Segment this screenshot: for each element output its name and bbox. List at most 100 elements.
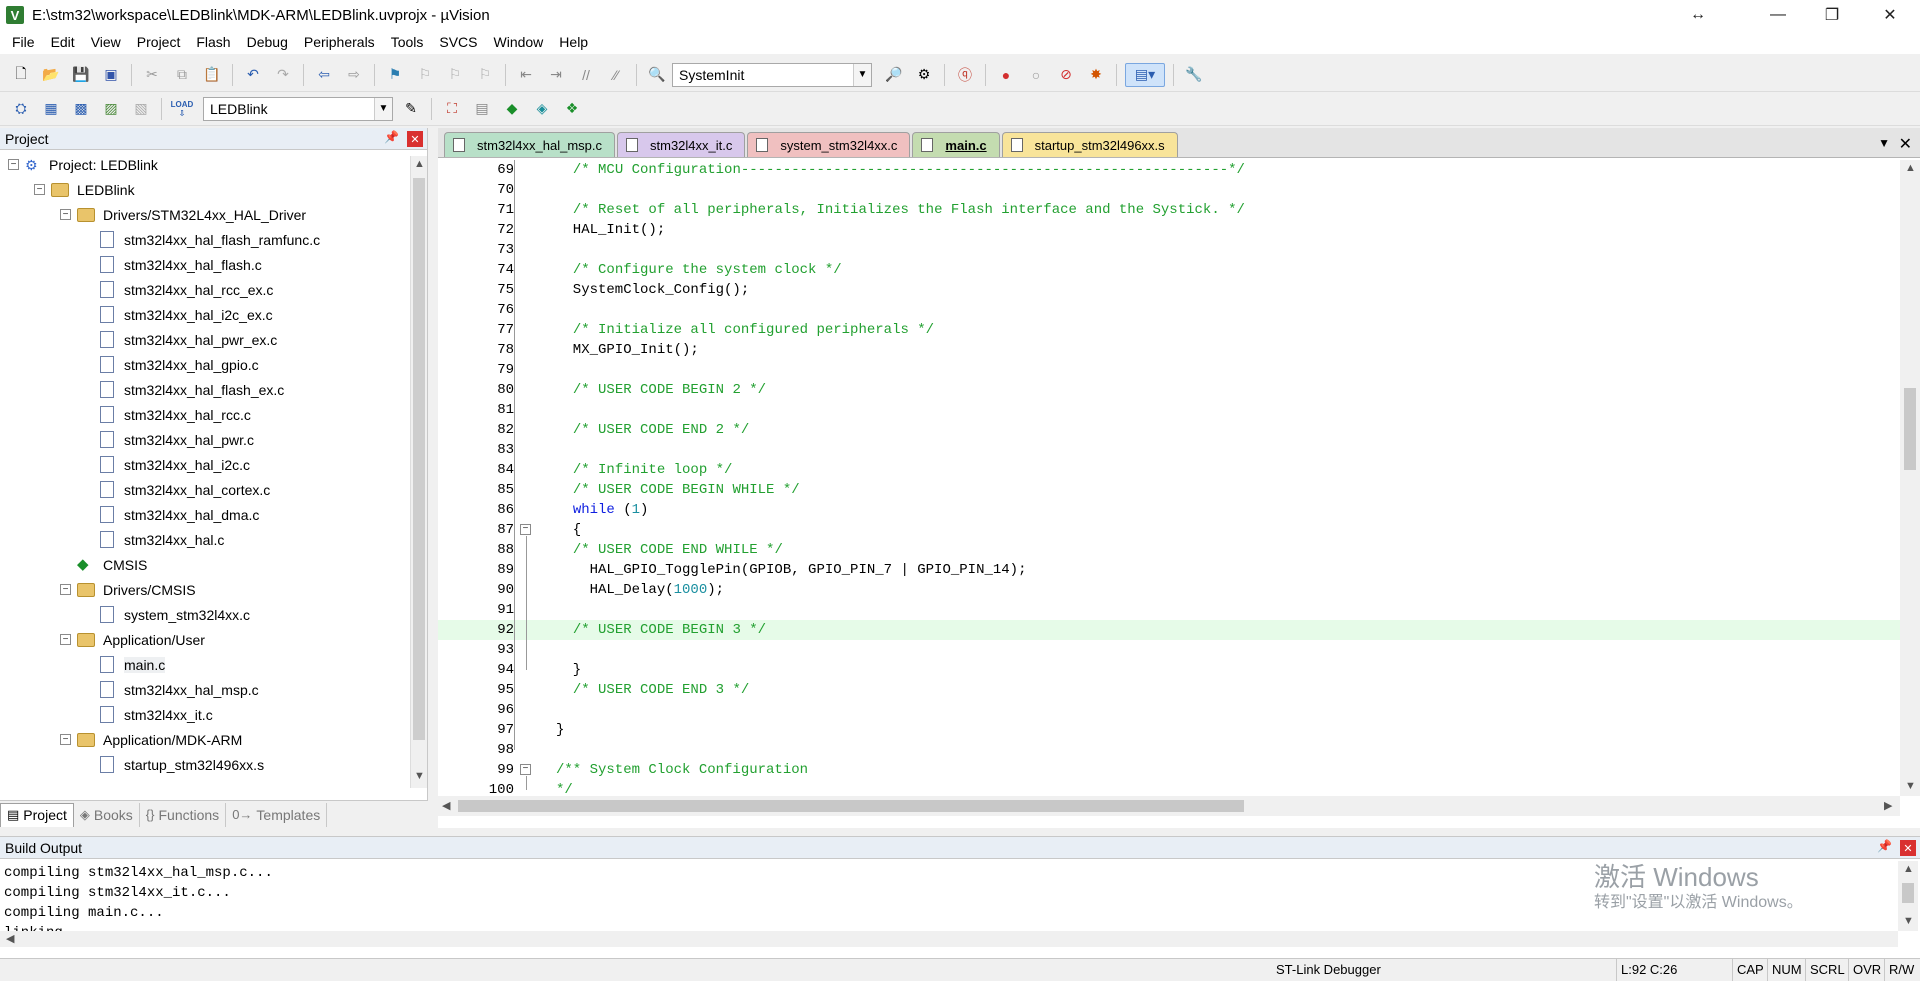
manage-rte-icon[interactable]: ◆ [500, 97, 524, 121]
menu-view[interactable]: View [83, 30, 129, 54]
scroll-up-icon[interactable]: ▲ [414, 158, 425, 170]
close-panel-button[interactable]: ✕ [407, 131, 423, 147]
close-window-button[interactable]: ✕ [1860, 0, 1920, 30]
scroll-right-icon[interactable]: ▶ [1884, 799, 1892, 812]
build-scroll-thumb[interactable] [1902, 883, 1914, 903]
code-line[interactable]: 79 [438, 360, 1900, 380]
pack-installer-icon[interactable]: ❖ [560, 97, 584, 121]
tree-file-item[interactable]: stm32l4xx_hal_pwr_ex.c [100, 327, 277, 352]
paste-icon[interactable]: 📋 [200, 63, 224, 87]
tree-file-item[interactable]: main.c [100, 652, 166, 677]
editor-tab[interactable]: system_stm32l4xx.c [747, 132, 911, 157]
redo-icon[interactable]: ↷ [271, 63, 295, 87]
panel-tab-templates[interactable]: 0→ Templates [226, 802, 328, 827]
disable-all-breakpoints-icon[interactable]: ⊘ [1054, 63, 1078, 87]
prev-bookmark-icon[interactable]: ⚐ [413, 63, 437, 87]
panel-tab-books[interactable]: ◈ Books [74, 802, 140, 827]
panel-tab-functions[interactable]: {} Functions [140, 802, 227, 827]
collapse-toggle-icon[interactable]: − [8, 159, 19, 170]
tree-scroll-thumb[interactable] [413, 178, 425, 740]
wrench-icon[interactable]: 🔧 [1182, 63, 1206, 87]
tree-file-item[interactable]: stm32l4xx_hal_dma.c [100, 502, 259, 527]
cut-icon[interactable]: ✂ [140, 63, 164, 87]
menu-svcs[interactable]: SVCS [431, 30, 485, 54]
code-scroll-thumb[interactable] [1904, 388, 1916, 470]
code-line[interactable]: 72 HAL_Init(); [438, 220, 1900, 240]
select-pack-icon[interactable]: ◈ [530, 97, 554, 121]
tree-file-item[interactable]: stm32l4xx_hal_i2c.c [100, 452, 250, 477]
code-line[interactable]: 81 [438, 400, 1900, 420]
tree-file-item[interactable]: stm32l4xx_hal_rcc.c [100, 402, 251, 427]
scroll-left-icon[interactable]: ◀ [442, 799, 450, 812]
tree-folder-item[interactable]: − LEDBlink [34, 177, 135, 202]
tree-folder-item[interactable]: ◆ CMSIS [60, 552, 147, 577]
restore-button[interactable]: ❐ [1802, 0, 1862, 30]
tree-folder-item[interactable]: − Application/MDK-ARM [60, 727, 242, 752]
indent-icon[interactable]: ⇤ [514, 63, 538, 87]
code-line[interactable]: 77 /* Initialize all configured peripher… [438, 320, 1900, 340]
breakpoint-icon[interactable]: ● [994, 63, 1018, 87]
save-icon[interactable]: 💾 [69, 63, 93, 87]
stop-build-icon[interactable]: ▧ [129, 97, 153, 121]
code-line[interactable]: 76 [438, 300, 1900, 320]
menu-flash[interactable]: Flash [188, 30, 238, 54]
panel-tab-project[interactable]: ▤ Project [0, 802, 74, 827]
file-extensions-icon[interactable]: ▤ [470, 97, 494, 121]
code-hscroll-thumb[interactable] [458, 800, 1244, 812]
code-line[interactable]: 95 /* USER CODE END 3 */ [438, 680, 1900, 700]
menu-edit[interactable]: Edit [43, 30, 83, 54]
debug-session-icon[interactable]: ⓠ [953, 63, 977, 87]
fold-toggle-icon[interactable]: − [520, 524, 531, 535]
menu-window[interactable]: Window [486, 30, 552, 54]
chevron-down-icon[interactable]: ▼ [853, 63, 871, 86]
tree-scrollbar[interactable]: ▲ ▼ [410, 156, 427, 788]
unindent-icon[interactable]: ⇥ [544, 63, 568, 87]
tree-folder-item[interactable]: − Application/User [60, 627, 205, 652]
resize-arrows-icon[interactable]: ↔ [1668, 0, 1728, 30]
code-line[interactable]: 100 */ [438, 780, 1900, 796]
tree-file-item[interactable]: stm32l4xx_hal.c [100, 527, 224, 552]
scroll-down-icon[interactable]: ▼ [1903, 915, 1914, 927]
bookmark-icon[interactable]: ⚑ [383, 63, 407, 87]
menu-help[interactable]: Help [551, 30, 596, 54]
code-line[interactable]: 69 /* MCU Configuration-----------------… [438, 160, 1900, 180]
scroll-left-icon[interactable]: ◀ [6, 932, 14, 945]
collapse-toggle-icon[interactable]: − [60, 209, 71, 220]
code-line[interactable]: 74 /* Configure the system clock */ [438, 260, 1900, 280]
code-line[interactable]: 87− { [438, 520, 1900, 540]
tree-file-item[interactable]: stm32l4xx_hal_flash.c [100, 252, 262, 277]
download-load-icon[interactable]: LOAD ⇩ [170, 97, 194, 121]
code-line[interactable]: 93 [438, 640, 1900, 660]
tree-file-item[interactable]: startup_stm32l496xx.s [100, 752, 264, 777]
tab-list-dropdown-icon[interactable]: ▼ [1878, 136, 1890, 150]
find-in-files-icon[interactable]: 🔍 [645, 63, 669, 87]
kill-breakpoints-icon[interactable]: ✸ [1084, 63, 1108, 87]
code-line[interactable]: 84 /* Infinite loop */ [438, 460, 1900, 480]
fold-toggle-icon[interactable]: − [520, 764, 531, 775]
build-icon[interactable]: ▦ [39, 97, 63, 121]
code-horizontal-scrollbar[interactable]: ◀ ▶ [438, 796, 1900, 816]
code-line[interactable]: 85 /* USER CODE BEGIN WHILE */ [438, 480, 1900, 500]
editor-tab[interactable]: stm32l4xx_it.c [617, 132, 746, 157]
batch-build-icon[interactable]: ▨ [99, 97, 123, 121]
collapse-toggle-icon[interactable]: − [60, 584, 71, 595]
code-line[interactable]: 96 [438, 700, 1900, 720]
scroll-up-icon[interactable]: ▲ [1903, 863, 1914, 875]
new-file-icon[interactable]: 🗋 [9, 63, 33, 87]
rebuild-icon[interactable]: ▩ [69, 97, 93, 121]
code-line[interactable]: 90 HAL_Delay(1000); [438, 580, 1900, 600]
code-line[interactable]: 86 while (1) [438, 500, 1900, 520]
code-line[interactable]: 71 /* Reset of all peripherals, Initiali… [438, 200, 1900, 220]
code-line[interactable]: 73 [438, 240, 1900, 260]
tree-file-item[interactable]: stm32l4xx_it.c [100, 702, 213, 727]
disable-breakpoint-icon[interactable]: ○ [1024, 63, 1048, 87]
tree-folder-item[interactable]: − Drivers/STM32L4xx_HAL_Driver [60, 202, 306, 227]
scroll-down-icon[interactable]: ▼ [1905, 780, 1916, 792]
code-line[interactable]: 99− /** System Clock Configuration [438, 760, 1900, 780]
code-line[interactable]: 89 HAL_GPIO_TogglePin(GPIOB, GPIO_PIN_7 … [438, 560, 1900, 580]
tree-folder-item[interactable]: − Drivers/CMSIS [60, 577, 196, 602]
tree-file-item[interactable]: stm32l4xx_hal_flash_ramfunc.c [100, 227, 320, 252]
clear-bookmarks-icon[interactable]: ⚐ [473, 63, 497, 87]
code-vertical-scrollbar[interactable]: ▲ ▼ [1900, 160, 1920, 796]
code-line[interactable]: 97} [438, 720, 1900, 740]
